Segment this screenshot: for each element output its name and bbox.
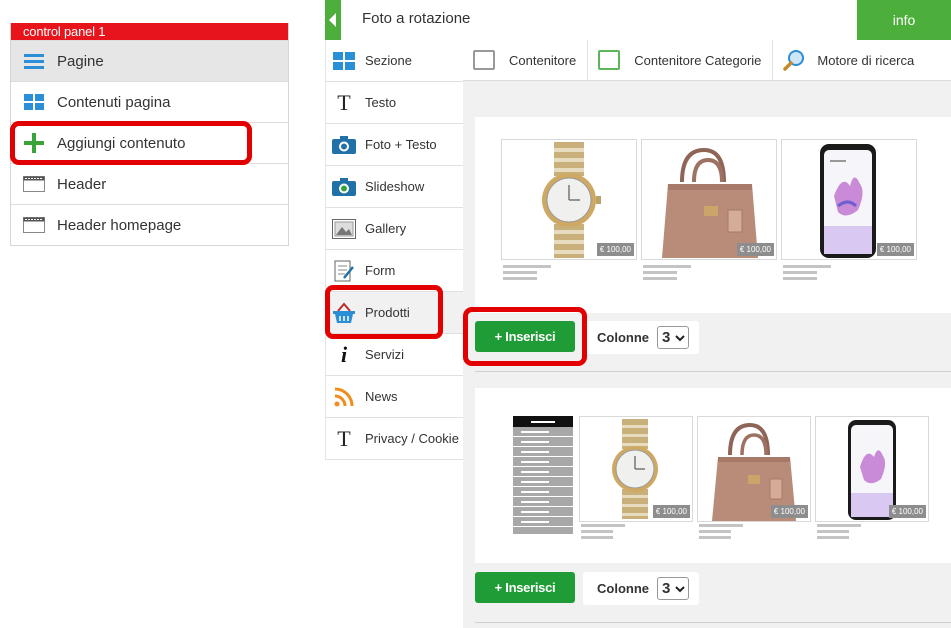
- section-icon: [332, 50, 356, 72]
- columns-control: Colonne 3: [583, 321, 700, 354]
- info-button[interactable]: info: [857, 0, 951, 40]
- form-icon: [332, 260, 356, 282]
- price-badge: € 100,00: [876, 243, 914, 256]
- product-text-lines: [817, 524, 861, 542]
- price-badge: € 100,00: [888, 505, 926, 518]
- sidebar-item-servizi[interactable]: i Servizi: [326, 334, 463, 376]
- gallery-icon: [332, 218, 356, 240]
- container-tabs: Contenitore Contenitore Categorie Motore…: [463, 40, 951, 81]
- columns-select[interactable]: 3: [657, 577, 690, 600]
- sidebar-item-foto-testo[interactable]: Foto + Testo: [326, 124, 463, 166]
- rss-icon: [332, 386, 356, 408]
- product-text-lines: [643, 265, 691, 283]
- watch-image: [542, 142, 601, 258]
- sidebar-item-label: Form: [365, 263, 396, 278]
- sidebar-item-label: Gallery: [365, 221, 407, 236]
- tab-label: Motore di ricerca: [817, 52, 915, 68]
- category-container-icon: [598, 50, 621, 70]
- tab-label: Contenitore Categorie: [634, 52, 762, 68]
- sidebar-item-news[interactable]: News: [326, 376, 463, 418]
- sidebar-item-slideshow[interactable]: Slideshow: [326, 166, 463, 208]
- product-text-lines: [503, 265, 551, 283]
- sidebar-item-label: Privacy / Cookie: [365, 431, 459, 446]
- columns-control: Colonne 3: [583, 572, 700, 605]
- slideshow-icon: [332, 176, 356, 198]
- camera-icon: [332, 134, 356, 156]
- header-icon: [23, 216, 45, 234]
- container-icon: [473, 50, 495, 70]
- header-icon: [23, 175, 45, 193]
- cp-item-pagine[interactable]: Pagine: [11, 40, 288, 81]
- sidebar-item-gallery[interactable]: Gallery: [326, 208, 463, 250]
- price-badge: € 100,00: [770, 505, 808, 518]
- price-badge: € 100,00: [736, 243, 774, 256]
- columns-value: 3: [662, 329, 671, 346]
- product-thumb-phone: € 100,00: [815, 416, 929, 522]
- content-header: Foto a rotazione info: [325, 0, 951, 41]
- phone-image: [820, 144, 876, 258]
- bag-image: [662, 147, 758, 258]
- product-text-lines: [581, 524, 625, 542]
- magnifier-icon: [783, 49, 805, 71]
- highlight-prodotti: [325, 285, 443, 339]
- cp-item-label: Header: [57, 175, 107, 193]
- tab-motore-ricerca[interactable]: Motore di ricerca: [773, 40, 925, 80]
- product-thumb-watch: € 100,00: [501, 139, 637, 260]
- product-text-lines: [783, 265, 831, 283]
- tab-contenitore-categorie[interactable]: Contenitore Categorie: [588, 40, 774, 80]
- price-badge: € 100,00: [652, 505, 690, 518]
- block-divider: [475, 371, 951, 372]
- columns-select[interactable]: 3: [657, 326, 690, 349]
- cp-item-header[interactable]: Header: [11, 163, 288, 204]
- cp-item-header-homepage[interactable]: Header homepage: [11, 204, 288, 245]
- product-thumb-phone: € 100,00: [781, 139, 917, 260]
- sidebar-item-sezione[interactable]: Sezione: [326, 40, 463, 82]
- layout-preview-menu-3-columns[interactable]: € 100,00 € 100,00 € 100,00: [475, 388, 951, 563]
- product-thumb-watch: € 100,00: [579, 416, 693, 522]
- price-badge: € 100,00: [596, 243, 634, 256]
- info-icon: i: [340, 341, 348, 367]
- columns-value: 3: [662, 580, 671, 597]
- sidebar-item-label: Slideshow: [365, 179, 425, 194]
- sidebar-item-label: Foto + Testo: [365, 137, 437, 152]
- sidebar-item-label: News: [365, 389, 398, 404]
- product-thumb-bag: € 100,00: [697, 416, 811, 522]
- chevron-down-icon: [675, 334, 686, 341]
- sidebar-item-privacy[interactable]: T Privacy / Cookie: [326, 418, 463, 460]
- cp-item-contenuti[interactable]: Contenuti pagina: [11, 81, 288, 122]
- cp-item-label: Header homepage: [57, 216, 182, 234]
- layout-preview-3-columns[interactable]: € 100,00 € 100,00 € 100,00: [475, 117, 951, 313]
- product-thumb-bag: € 100,00: [641, 139, 777, 260]
- tab-label: Contenitore: [509, 52, 577, 68]
- grid-icon: [23, 93, 45, 111]
- block-divider: [475, 622, 951, 623]
- back-button[interactable]: [325, 0, 341, 40]
- cp-item-label: Pagine: [57, 52, 104, 70]
- highlight-aggiungi-contenuto: [10, 121, 252, 165]
- sidebar-item-testo[interactable]: T Testo: [326, 82, 463, 124]
- cp-item-label: Contenuti pagina: [57, 93, 171, 111]
- sidebar-item-label: Servizi: [365, 347, 405, 362]
- tab-contenitore[interactable]: Contenitore: [463, 40, 589, 80]
- chevron-down-icon: [675, 585, 686, 592]
- content-type-sidebar: Sezione T Testo Foto + Testo Slideshow G…: [325, 40, 464, 460]
- text-icon: T: [337, 89, 351, 115]
- hamburger-icon: [23, 52, 45, 70]
- insert-button[interactable]: + Inserisci: [475, 572, 575, 603]
- side-menu-preview: [513, 416, 573, 534]
- sidebar-item-label: Testo: [365, 95, 397, 110]
- product-text-lines: [699, 524, 743, 542]
- columns-label: Colonne: [597, 581, 649, 596]
- columns-label: Colonne: [597, 330, 649, 345]
- highlight-insert-button: [463, 307, 587, 366]
- sidebar-item-label: Sezione: [365, 53, 412, 68]
- page-title: Foto a rotazione: [362, 10, 471, 27]
- control-panel-title: control panel 1: [11, 23, 288, 40]
- text-icon: T: [337, 425, 351, 451]
